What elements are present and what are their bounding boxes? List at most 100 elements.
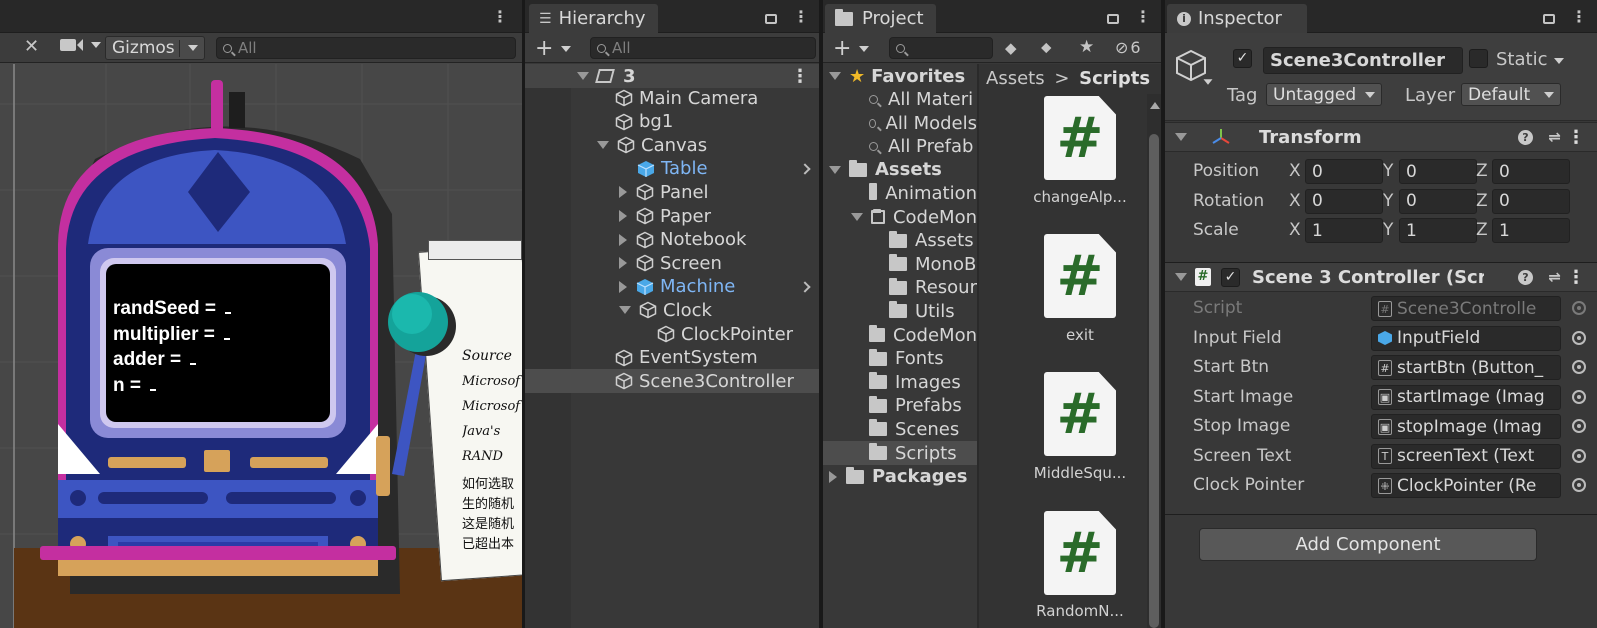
script-file-icon[interactable]: # [1044, 234, 1116, 318]
tag-dropdown[interactable]: Untagged [1266, 83, 1382, 106]
preset-sliders-icon[interactable]: ⇌ [1548, 268, 1561, 286]
static-chevron-down-icon[interactable] [1554, 58, 1564, 64]
scene-canvas[interactable]: Source Microsof Microsof Java's RAND 如何选… [0, 64, 522, 628]
transform-x-field[interactable]: 0 [1305, 159, 1383, 184]
transform-header[interactable]: Transform ? ⇌ ⋮ [1165, 122, 1597, 152]
axis-x-label[interactable]: X [1289, 220, 1301, 240]
more-vert-icon[interactable]: ⋮ [1571, 7, 1587, 26]
axis-z-label[interactable]: Z [1476, 220, 1488, 240]
project-tree-item[interactable]: CodeMon [823, 205, 977, 229]
collapse-arrow-icon[interactable] [1175, 133, 1187, 141]
search-by-type-icon[interactable]: ◆ [1005, 39, 1017, 57]
scroll-thumb[interactable] [1149, 134, 1159, 628]
icon-chevron-down-icon[interactable] [1203, 79, 1213, 85]
axis-x-label[interactable]: X [1289, 161, 1301, 181]
transform-x-field[interactable]: 0 [1305, 188, 1383, 214]
favorite-star-icon[interactable]: ★ [1079, 37, 1094, 57]
project-tree-item[interactable]: ★ Favorites [823, 64, 977, 88]
gizmos-dropdown[interactable]: Gizmos [105, 36, 205, 60]
expand-arrow-icon[interactable] [619, 306, 631, 315]
expand-arrow-icon[interactable] [597, 141, 609, 150]
camera-dropdown[interactable] [60, 39, 101, 51]
script-file-icon[interactable]: # [1044, 96, 1116, 180]
hierarchy-item[interactable]: bg1 [525, 110, 819, 134]
project-tree-item[interactable]: Assets [823, 158, 977, 182]
project-tree-item[interactable]: Resour [823, 276, 977, 300]
project-tree-item[interactable]: CodeMon [823, 323, 977, 347]
axis-x-label[interactable]: X [1289, 191, 1301, 211]
project-tree-item[interactable]: Animation [823, 181, 977, 205]
preset-sliders-icon[interactable]: ⇌ [1548, 128, 1561, 146]
hierarchy-item[interactable]: Notebook [525, 228, 819, 252]
project-tree-item[interactable]: Fonts [823, 347, 977, 371]
create-dropdown[interactable]: + [535, 36, 572, 61]
transform-y-field[interactable]: 0 [1399, 159, 1477, 184]
transform-x-field[interactable]: 1 [1305, 218, 1383, 243]
breadcrumb-current[interactable]: Scripts [1079, 68, 1150, 89]
more-vert-icon[interactable]: ⋮ [492, 7, 508, 26]
expand-arrow-icon[interactable] [851, 213, 863, 221]
project-tree-item[interactable]: Scenes [823, 417, 977, 441]
collapsed-arrow-icon[interactable] [829, 470, 837, 483]
collapsed-arrow-icon[interactable] [619, 257, 627, 270]
tab-inspector[interactable]: i Inspector [1167, 4, 1307, 33]
layer-dropdown[interactable]: Default [1461, 83, 1561, 106]
transform-y-field[interactable]: 1 [1399, 218, 1477, 243]
tab-project[interactable]: Project [825, 4, 936, 33]
hierarchy-search-input[interactable]: All [590, 37, 816, 59]
object-reference-field[interactable]: InputField [1371, 325, 1561, 351]
project-tree-item[interactable]: Packages [823, 465, 977, 489]
object-reference-field[interactable]: ⁜ ClockPointer (Re [1371, 473, 1561, 498]
collapsed-arrow-icon[interactable] [619, 210, 627, 222]
hierarchy-item[interactable]: Screen [525, 251, 819, 275]
more-vert-icon[interactable]: ⋮ [791, 66, 809, 87]
more-vert-icon[interactable]: ⋮ [1135, 7, 1151, 26]
transform-z-field[interactable]: 1 [1492, 218, 1570, 243]
hidden-packages-toggle[interactable]: ⊘ 6 [1115, 38, 1141, 57]
script-file-icon[interactable]: # [1044, 372, 1116, 456]
object-reference-field[interactable]: # startBtn (Button_ [1371, 355, 1561, 380]
axis-z-label[interactable]: Z [1476, 191, 1488, 211]
script-file-icon[interactable]: # [1044, 511, 1116, 595]
object-picker-icon[interactable] [1572, 330, 1586, 345]
project-search-input[interactable] [889, 37, 993, 59]
lock-icon[interactable] [765, 14, 777, 24]
static-checkbox[interactable] [1469, 49, 1488, 68]
object-reference-field[interactable]: ▣ startImage (Imag [1371, 384, 1561, 410]
object-reference-field[interactable]: ▣ stopImage (Imag [1371, 414, 1561, 439]
hierarchy-item[interactable]: Paper [525, 204, 819, 228]
more-vert-icon[interactable]: ⋮ [793, 7, 809, 26]
hierarchy-item[interactable]: Canvas [525, 133, 819, 157]
hierarchy-item[interactable]: Main Camera [525, 86, 819, 110]
object-picker-icon[interactable] [1572, 389, 1586, 404]
axis-y-label[interactable]: Y [1383, 161, 1393, 181]
component-header[interactable]: # ✓ Scene 3 Controller (Scri ? ⇌ ⋮ [1165, 262, 1597, 292]
hierarchy-item[interactable]: Scene3Controller [525, 369, 819, 394]
project-tree-item[interactable]: All Prefab [823, 135, 977, 159]
lock-icon[interactable] [1107, 14, 1119, 24]
tab-hierarchy[interactable]: ☰ Hierarchy [529, 4, 658, 33]
hierarchy-item[interactable]: Table [525, 157, 819, 181]
object-picker-icon[interactable] [1572, 478, 1586, 492]
lock-icon[interactable] [1543, 14, 1555, 24]
expand-arrow-icon[interactable] [577, 72, 589, 80]
scene-search-input[interactable]: All [216, 37, 516, 59]
collapsed-arrow-icon[interactable] [619, 186, 627, 199]
object-name-field[interactable]: Scene3Controller [1263, 47, 1463, 74]
active-checkbox[interactable]: ✓ [1233, 49, 1252, 68]
help-icon[interactable]: ? [1518, 269, 1533, 285]
chevron-right-icon[interactable] [799, 163, 811, 175]
component-enabled-checkbox[interactable]: ✓ [1221, 267, 1240, 287]
expand-arrow-icon[interactable] [829, 72, 841, 80]
object-reference-field[interactable]: TscreenText (Text [1371, 443, 1561, 469]
project-tree-item[interactable]: Assets [823, 229, 977, 253]
project-tree-item[interactable]: All Materi [823, 88, 977, 112]
hierarchy-item[interactable]: Panel [525, 180, 819, 204]
expand-arrow-icon[interactable] [829, 165, 841, 174]
content-scrollbar[interactable] [1147, 94, 1161, 628]
project-tree-item[interactable]: Utils [823, 299, 977, 323]
more-vert-icon[interactable]: ⋮ [1567, 127, 1585, 148]
scroll-up-arrow-icon[interactable] [1150, 102, 1160, 109]
project-tree-item[interactable]: MonoB [823, 252, 977, 276]
add-component-button[interactable]: Add Component [1199, 528, 1537, 561]
